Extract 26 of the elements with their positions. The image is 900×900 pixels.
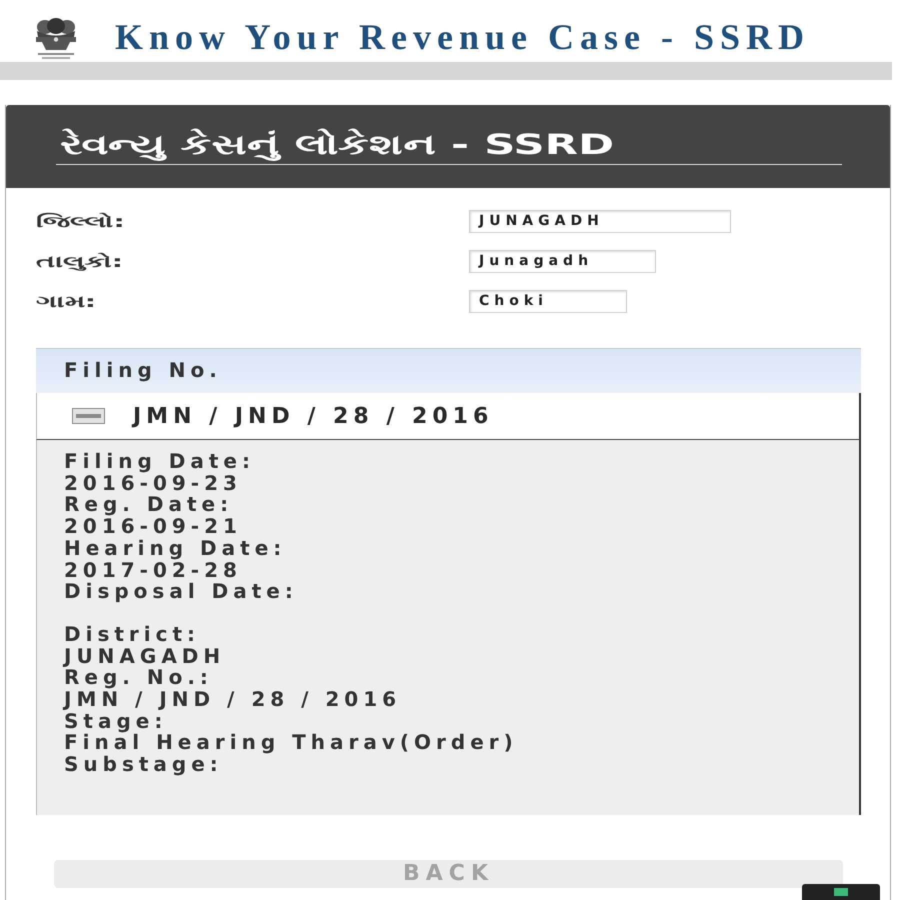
field-label: જિલ્લો: (36, 210, 125, 232)
detail-value: 2016-09-23 (64, 472, 242, 494)
field-label: તાલુકો: (36, 250, 124, 273)
block-icon (834, 888, 848, 896)
detail-label: Reg. Date: (64, 494, 234, 516)
detail-value: 2017-02-28 (64, 560, 242, 582)
text-field[interactable]: Junagadh (469, 250, 656, 273)
text-field[interactable]: Choki (469, 290, 627, 313)
detail-label: District: (64, 624, 200, 646)
accordion-header: Filing No. (36, 348, 861, 393)
detail-label: Stage: (64, 710, 168, 732)
detail-label: Filing Date: (64, 451, 255, 473)
detail-label: Reg. No.: (64, 667, 213, 690)
panel-title: રેવન્યુ કેસનું લોકેશન - SSRD (60, 129, 614, 161)
detail-value: JUNAGADH (64, 646, 226, 668)
text-field[interactable]: JUNAGADH (469, 210, 731, 233)
floating-button[interactable] (802, 884, 880, 900)
detail-label: Disposal Date: (64, 581, 298, 603)
detail-value: Final Hearing Tharav(Order) (64, 732, 518, 754)
detail-label: Substage: (64, 754, 223, 776)
site-title: Know Your Revenue Case - SSRD (115, 19, 810, 55)
detail-value: JMN / JND / 28 / 2016 (64, 689, 402, 711)
detail-label: Hearing Date: (64, 538, 286, 560)
detail-value: 2016-09-21 (64, 516, 242, 538)
field-label: ગામ: (36, 290, 96, 312)
accordion-toggle[interactable]: JMN / JND / 28 / 2016 (36, 393, 861, 440)
